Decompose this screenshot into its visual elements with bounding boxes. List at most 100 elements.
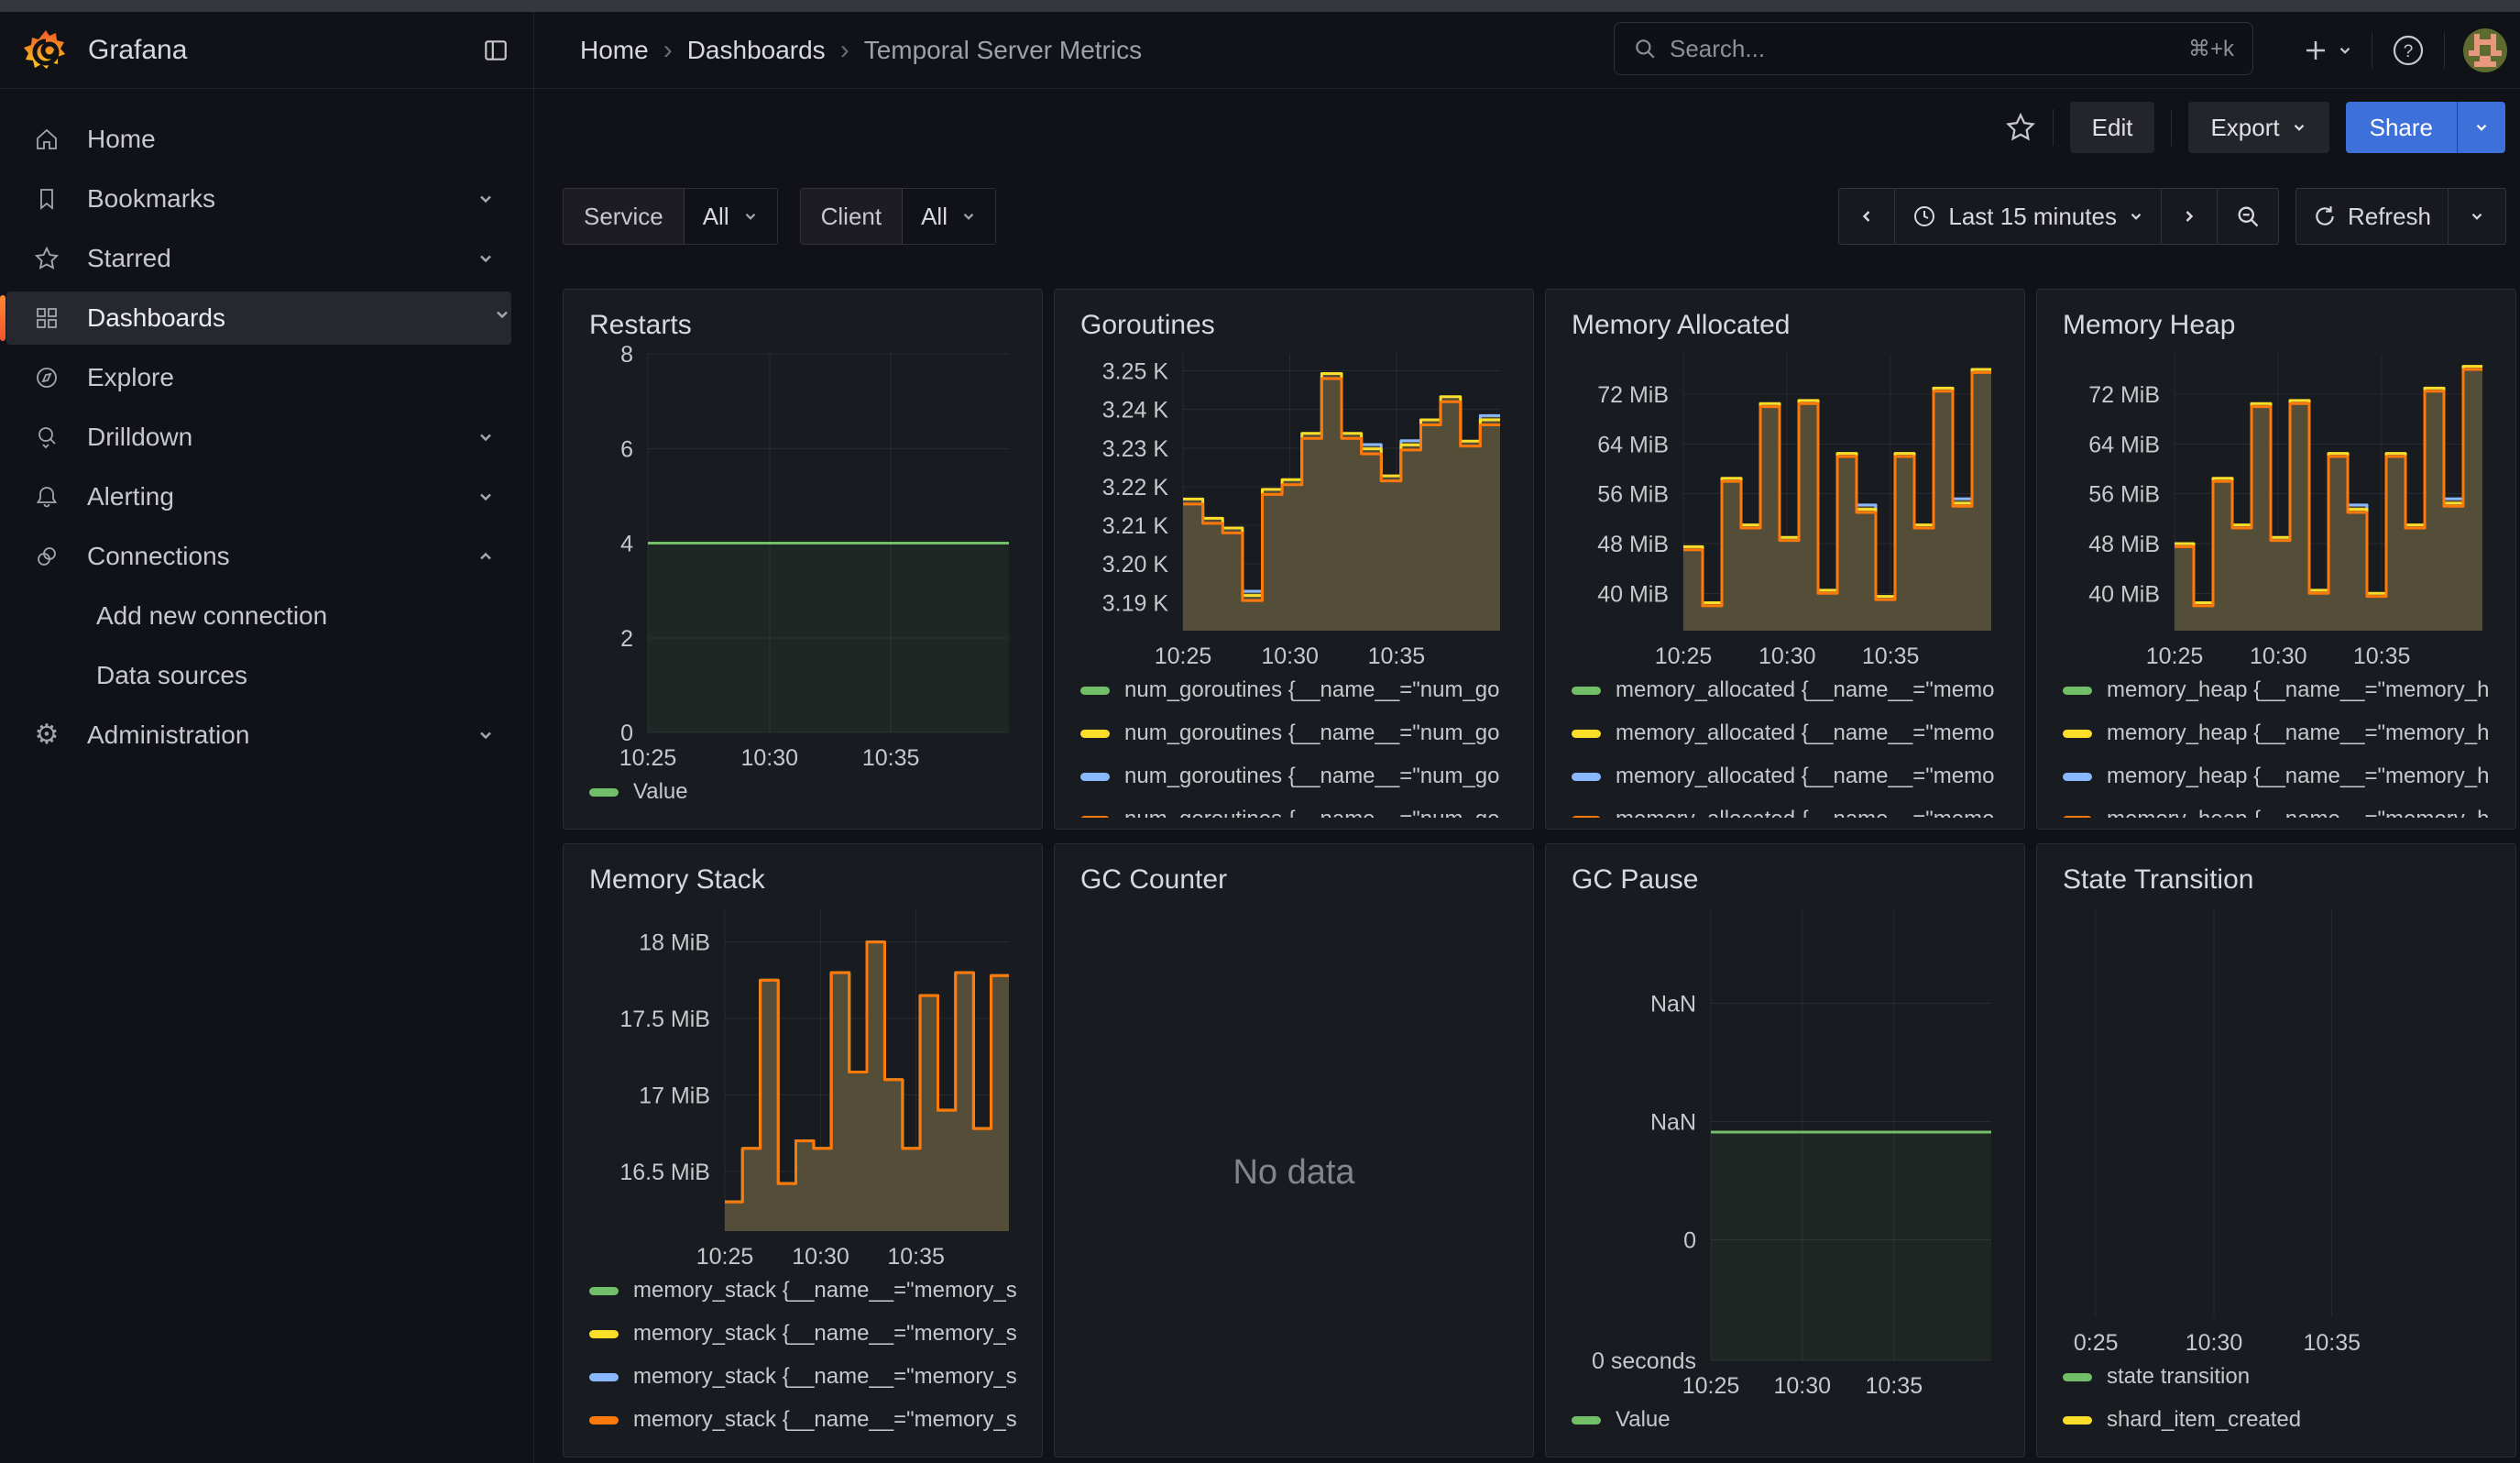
sidebar-item-explore[interactable]: Explore [6,351,511,404]
panel-legend: num_goroutines {__name__="num_go num_gor… [1080,673,1507,818]
svg-text:3.20 K: 3.20 K [1102,552,1169,578]
edit-button[interactable]: Edit [2070,102,2155,153]
legend-item[interactable]: memory_allocated {__name__="memo [1572,716,1999,751]
panel-legend: state transition shard_item_created [2063,1359,2490,1446]
legend-label: memory_allocated {__name__="memo [1616,807,1994,818]
memory-stack-chart[interactable]: 16.5 MiB17 MiB17.5 MiB18 MiB10:2510:3010… [589,899,1016,1271]
chevron-down-icon [960,208,977,225]
refresh-interval-dropdown[interactable] [2449,189,2505,244]
legend-label: num_goroutines {__name__="num_go [1124,677,1500,703]
help-button[interactable]: ? [2391,33,2426,68]
search-input[interactable]: Search... ⌘+k [1614,22,2253,75]
panel-title[interactable]: Memory Allocated [1572,310,1999,341]
time-range-picker[interactable]: Last 15 minutes [1895,189,2162,244]
sidebar-collapse-icon[interactable] [482,37,509,64]
legend-item[interactable]: memory_heap {__name__="memory_h [2063,802,2490,818]
favorite-star-button[interactable] [2005,112,2036,143]
memory-heap-chart[interactable]: 40 MiB48 MiB56 MiB64 MiB72 MiB10:2510:30… [2063,345,2490,671]
panel-title[interactable]: GC Pause [1572,864,1999,896]
panel-title[interactable]: Memory Stack [589,864,1016,896]
brand-area: Grafana [0,12,534,88]
sidebar-item-data-sources[interactable]: Data sources [6,649,511,702]
chevron-right-icon [2180,207,2198,226]
service-filter-value[interactable]: All [685,189,777,244]
client-filter-value[interactable]: All [903,189,995,244]
sidebar-item-alerting[interactable]: Alerting [6,470,511,523]
svg-text:8: 8 [620,345,633,368]
sidebar-item-label: Data sources [96,661,247,690]
time-shift-back-button[interactable] [1839,189,1895,244]
sidebar-item-label: Explore [87,363,174,392]
legend-marker [2063,1416,2092,1424]
share-dropdown-button[interactable] [2457,102,2505,153]
legend-item[interactable]: Value [589,775,1016,809]
sidebar-item-bookmarks[interactable]: Bookmarks [6,172,511,226]
svg-text:10:30: 10:30 [740,745,798,771]
svg-text:10:30: 10:30 [1773,1373,1831,1399]
legend-item[interactable]: memory_stack {__name__="memory_s [589,1273,1016,1308]
legend-item[interactable]: num_goroutines {__name__="num_go [1080,716,1507,751]
chevron-down-icon [2337,42,2353,59]
svg-text:10:35: 10:35 [1866,1373,1923,1399]
panel-title[interactable]: GC Counter [1080,864,1507,896]
legend-item[interactable]: memory_allocated {__name__="memo [1572,802,1999,818]
export-button[interactable]: Export [2188,102,2328,153]
user-avatar[interactable] [2463,28,2507,72]
state-transition-chart[interactable]: 0:2510:3010:35 [2063,899,2490,1358]
panel-title[interactable]: State Transition [2063,864,2490,896]
sidebar-item-connections[interactable]: Connections [6,530,511,583]
gc-pause-chart[interactable]: NaNNaN00 seconds10:2510:3010:35 [1572,899,1999,1401]
legend-item[interactable]: memory_heap {__name__="memory_h [2063,759,2490,794]
legend-item[interactable]: num_goroutines {__name__="num_go [1080,673,1507,708]
add-button[interactable] [2302,37,2353,64]
memory-allocated-chart[interactable]: 40 MiB48 MiB56 MiB64 MiB72 MiB10:2510:30… [1572,345,1999,671]
legend-item[interactable]: memory_stack {__name__="memory_s [589,1316,1016,1351]
svg-text:3.24 K: 3.24 K [1102,398,1169,424]
app-header: Grafana Home › Dashboards › Temporal Ser… [0,12,2520,89]
legend-item[interactable]: memory_stack {__name__="memory_s [589,1359,1016,1394]
svg-text:3.25 K: 3.25 K [1102,359,1169,385]
breadcrumb-home[interactable]: Home [580,36,649,65]
svg-text:64 MiB: 64 MiB [2088,432,2160,457]
sidebar-item-drilldown[interactable]: Drilldown [6,411,511,464]
share-button[interactable]: Share [2346,102,2457,153]
sidebar-item-home[interactable]: Home [6,113,511,166]
sidebar-item-administration[interactable]: ⚙ Administration [6,709,511,762]
chevron-up-icon [477,547,495,566]
breadcrumb-dashboards[interactable]: Dashboards [687,36,826,65]
legend-item[interactable]: Value [1572,1402,1999,1437]
legend-item[interactable]: shard_item_created [2063,1402,2490,1437]
panel-title[interactable]: Goroutines [1080,310,1507,341]
legend-item[interactable]: memory_allocated {__name__="memo [1572,759,1999,794]
legend-item[interactable]: memory_stack {__name__="memory_s [589,1402,1016,1437]
time-shift-forward-button[interactable] [2162,189,2218,244]
chevron-down-icon[interactable] [493,305,511,324]
svg-text:?: ? [2404,42,2414,61]
legend-item[interactable]: memory_allocated {__name__="memo [1572,673,1999,708]
legend-marker [2063,730,2092,738]
panel-legend: Value [1572,1402,1999,1446]
sidebar-item-starred[interactable]: Starred [6,232,511,285]
legend-item[interactable]: num_goroutines {__name__="num_go [1080,759,1507,794]
legend-marker [1572,816,1601,819]
legend-label: memory_stack {__name__="memory_s [633,1321,1016,1347]
panel-gc-counter: GC Counter No data [1054,843,1534,1458]
sidebar-item-label: Drilldown [87,423,192,452]
sidebar-item-dashboards[interactable]: Dashboards [6,292,511,345]
clock-icon [1912,204,1937,229]
refresh-button[interactable]: Refresh [2296,189,2449,244]
goroutines-chart[interactable]: 3.19 K3.20 K3.21 K3.22 K3.23 K3.24 K3.25… [1080,345,1507,671]
panel-title[interactable]: Memory Heap [2063,310,2490,341]
sidebar-item-add-new-connection[interactable]: Add new connection [6,589,511,643]
panel-state-transition: State Transition 0:2510:3010:35 state tr… [2036,843,2516,1458]
zoom-out-button[interactable] [2218,189,2278,244]
legend-item[interactable]: memory_heap {__name__="memory_h [2063,673,2490,708]
svg-text:56 MiB: 56 MiB [1597,482,1669,508]
legend-item[interactable]: num_goroutines {__name__="num_go [1080,802,1507,818]
panel-title[interactable]: Restarts [589,310,1016,341]
restarts-chart[interactable]: 0246810:2510:3010:35 [589,345,1016,773]
legend-item[interactable]: memory_heap {__name__="memory_h [2063,716,2490,751]
svg-text:48 MiB: 48 MiB [2088,532,2160,557]
legend-item[interactable]: state transition [2063,1359,2490,1394]
sidebar-item-label: Dashboards [87,303,225,333]
